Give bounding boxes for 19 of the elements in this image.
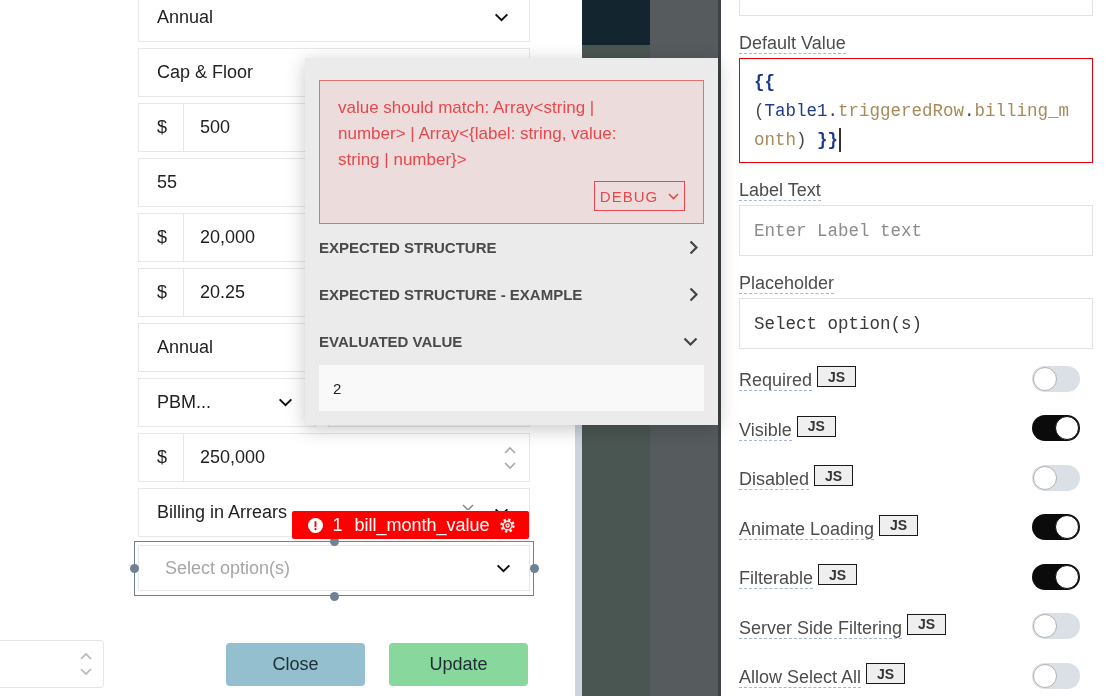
- property-label: Required: [739, 370, 813, 392]
- property-label: Disabled: [739, 469, 810, 491]
- currency-prefix: $: [139, 269, 184, 316]
- error-count: 1: [332, 514, 343, 536]
- property-label: Filterable: [739, 568, 814, 590]
- widget-name: bill_month_value: [354, 514, 490, 536]
- property-label: Visible: [739, 419, 792, 441]
- property-label: Server Side Filtering: [739, 617, 903, 639]
- code-text: {{ (Table1.triggeredRow.billing_month) }}: [754, 72, 1070, 150]
- property-label: Placeholder: [739, 273, 835, 294]
- property-label: Label Text: [739, 180, 821, 201]
- error-message: value should match: Array<string | number> | Array<{label: string, value: string | number}>: [338, 97, 618, 171]
- currency-prefix: $: [139, 104, 184, 151]
- currency-prefix: $: [139, 434, 184, 481]
- property-label: Allow Select All: [739, 667, 862, 689]
- currency-prefix: $: [139, 214, 184, 261]
- property-label: Animate Loading: [739, 518, 875, 540]
- evaluated-value: 2: [319, 365, 704, 411]
- property-label: Default Value: [739, 33, 846, 54]
